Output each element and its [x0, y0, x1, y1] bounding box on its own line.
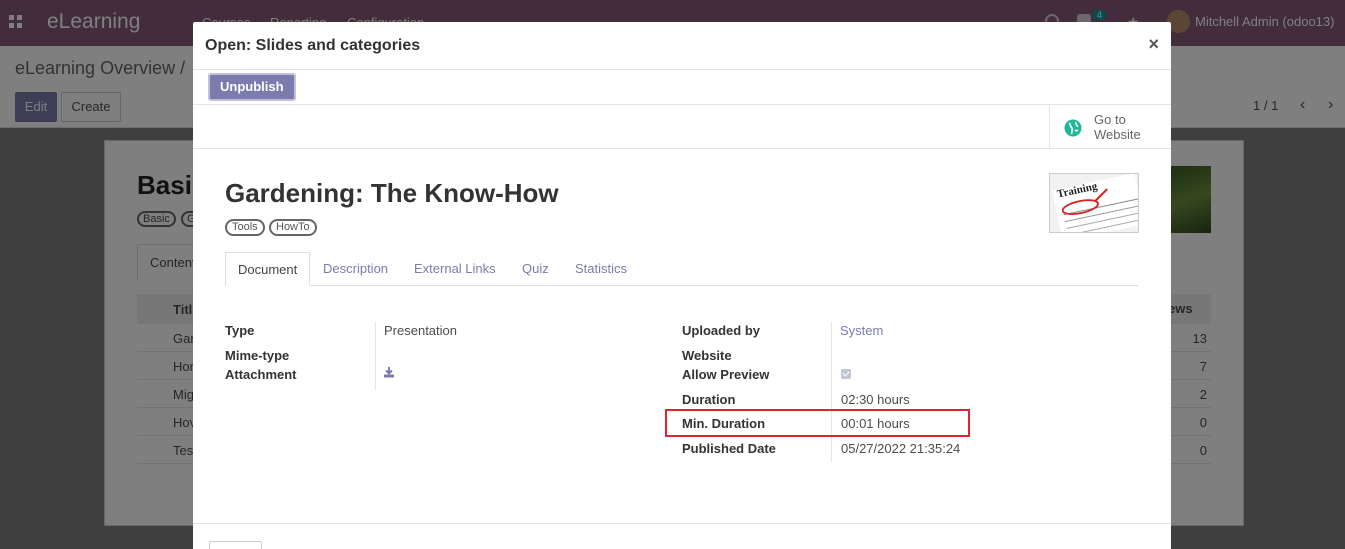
- website-label: Website: [682, 348, 732, 363]
- uploaded-by-link[interactable]: System: [840, 323, 883, 338]
- form-statusbar: Unpublish: [193, 70, 1171, 105]
- website-button-line-1: Go to: [1094, 112, 1126, 127]
- website-button-label: Go to Website: [1094, 112, 1141, 142]
- tab-document[interactable]: Document: [225, 252, 311, 286]
- tag-howto[interactable]: HowTo: [269, 219, 317, 236]
- close-icon[interactable]: ×: [1148, 34, 1159, 55]
- uploaded-by-label: Uploaded by: [682, 323, 761, 338]
- attachment-label: Attachment: [225, 367, 297, 382]
- tab-external-links[interactable]: External Links: [414, 252, 496, 286]
- tab-statistics[interactable]: Statistics: [575, 252, 627, 286]
- globe-icon: [1064, 119, 1082, 137]
- modal-title: Open: Slides and categories: [205, 37, 421, 54]
- left-group-separator: [375, 322, 376, 390]
- duration-label: Duration: [682, 392, 736, 407]
- unpublish-button[interactable]: Unpublish: [208, 73, 296, 101]
- form-notebook-tabs: Document Description External Links Quiz…: [225, 252, 1138, 286]
- right-group-separator: [831, 322, 832, 462]
- website-button-line-2: Website: [1094, 127, 1141, 142]
- mimetype-label: Mime-type: [225, 348, 290, 363]
- thumbnail-image: Training: [1050, 174, 1138, 232]
- modal-footer: [193, 523, 1171, 549]
- type-label: Type: [225, 323, 255, 338]
- modal-header: Open: Slides and categories ×: [193, 22, 1171, 70]
- type-value: Presentation: [384, 323, 457, 338]
- slide-dialog: Open: Slides and categories × Unpublish …: [193, 22, 1171, 549]
- record-name: Gardening: The Know-How: [225, 178, 559, 208]
- tab-description[interactable]: Description: [323, 252, 388, 286]
- go-to-website-button[interactable]: Go to Website: [1049, 105, 1171, 149]
- slide-thumbnail[interactable]: Training: [1049, 173, 1139, 233]
- allow-preview-checkbox[interactable]: [841, 369, 851, 379]
- published-date-value: 05/27/2022 21:35:24: [841, 441, 961, 456]
- highlight-box: [665, 409, 970, 437]
- download-icon[interactable]: [383, 366, 395, 378]
- published-date-label: Published Date: [682, 441, 776, 456]
- duration-value: 02:30 hours: [841, 392, 910, 407]
- tag-tools[interactable]: Tools: [225, 219, 265, 236]
- allow-preview-label: Allow Preview: [682, 367, 770, 382]
- footer-button[interactable]: [209, 541, 262, 549]
- smart-button-box: Go to Website: [193, 105, 1171, 149]
- tab-quiz[interactable]: Quiz: [522, 252, 549, 286]
